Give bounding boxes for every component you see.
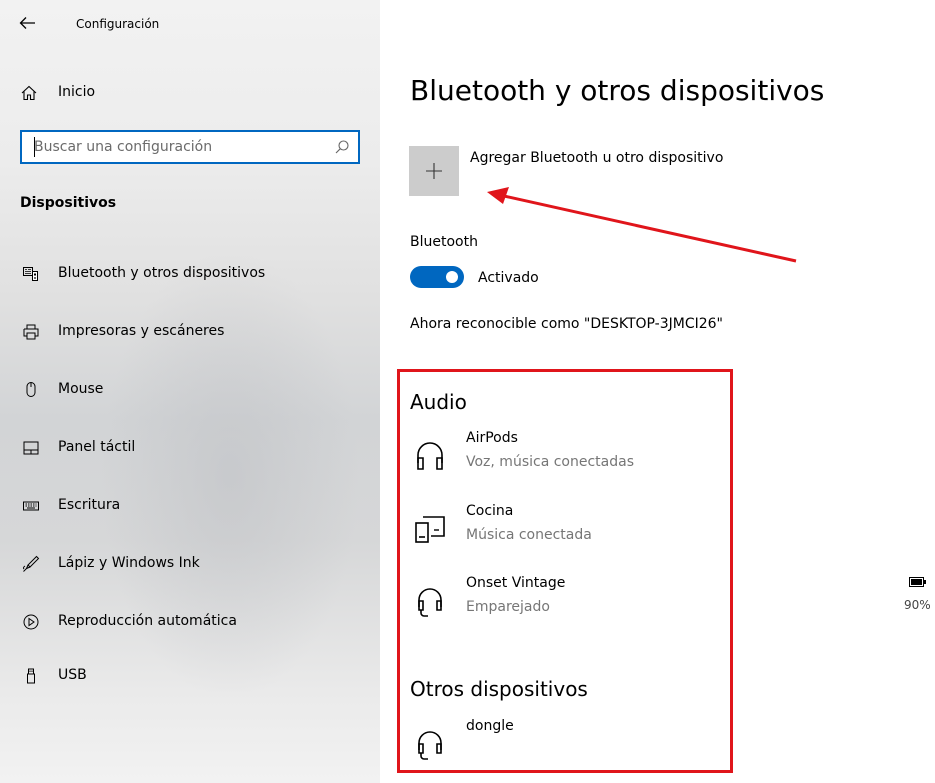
sidebar-item-printers[interactable]: Impresoras y escáneres bbox=[0, 312, 380, 352]
plus-icon bbox=[426, 163, 442, 179]
bluetooth-toggle[interactable] bbox=[410, 266, 464, 288]
annotation-arrow-line bbox=[503, 194, 797, 263]
sidebar-item-home[interactable]: Inicio bbox=[0, 74, 380, 112]
app-title: Configuración bbox=[76, 17, 160, 31]
home-icon bbox=[21, 85, 37, 101]
sidebar-item-mouse[interactable]: Mouse bbox=[0, 370, 380, 410]
sidebar: Configuración Inicio Dispositivos Blueto… bbox=[0, 0, 380, 783]
sidebar-item-autoplay[interactable]: Reproducción automática bbox=[0, 602, 380, 642]
add-device-button[interactable] bbox=[409, 146, 459, 196]
battery-level: 90% bbox=[904, 598, 931, 612]
search-input[interactable] bbox=[34, 137, 324, 157]
back-button[interactable] bbox=[14, 9, 42, 37]
annotation-highlight-box bbox=[397, 369, 733, 773]
sidebar-section-title: Dispositivos bbox=[20, 195, 117, 211]
sidebar-item-label: USB bbox=[58, 667, 87, 683]
back-arrow-icon bbox=[19, 17, 35, 29]
text-caret bbox=[34, 137, 35, 157]
sidebar-item-bluetooth[interactable]: Bluetooth y otros dispositivos bbox=[0, 254, 380, 294]
bluetooth-devices-icon bbox=[23, 267, 38, 281]
usb-icon bbox=[27, 668, 35, 684]
sidebar-item-label: Lápiz y Windows Ink bbox=[58, 555, 200, 571]
add-device-label[interactable]: Agregar Bluetooth u otro dispositivo bbox=[470, 150, 723, 166]
toggle-knob bbox=[446, 271, 458, 283]
discoverable-text: Ahora reconocible como "DESKTOP-3JMCI26" bbox=[410, 316, 723, 332]
sidebar-item-label: Bluetooth y otros dispositivos bbox=[58, 265, 266, 281]
printer-icon bbox=[23, 324, 39, 340]
bluetooth-label: Bluetooth bbox=[410, 234, 478, 250]
battery-icon bbox=[909, 577, 926, 587]
sidebar-item-typing[interactable]: Escritura bbox=[0, 486, 380, 526]
touchpad-icon bbox=[23, 441, 39, 455]
sidebar-item-pen[interactable]: Lápiz y Windows Ink bbox=[0, 544, 380, 584]
mouse-icon bbox=[26, 382, 36, 397]
annotation-arrow-head bbox=[487, 187, 509, 204]
keyboard-icon bbox=[23, 501, 39, 511]
sidebar-item-usb[interactable]: USB bbox=[0, 656, 380, 696]
sidebar-item-label: Reproducción automática bbox=[58, 613, 237, 629]
sidebar-item-label: Mouse bbox=[58, 381, 104, 397]
autoplay-icon bbox=[23, 614, 39, 630]
title-bar: Configuración bbox=[0, 0, 380, 50]
sidebar-item-label: Escritura bbox=[58, 497, 121, 513]
page-title: Bluetooth y otros dispositivos bbox=[410, 74, 825, 107]
pen-icon bbox=[22, 555, 40, 572]
sidebar-item-label: Impresoras y escáneres bbox=[58, 323, 225, 339]
sidebar-item-label: Panel táctil bbox=[58, 439, 136, 455]
sidebar-item-label: Inicio bbox=[58, 84, 96, 100]
sidebar-item-touchpad[interactable]: Panel táctil bbox=[0, 428, 380, 468]
bluetooth-state: Activado bbox=[478, 270, 539, 286]
search-box[interactable] bbox=[20, 130, 360, 164]
battery-indicator: 90% bbox=[900, 574, 935, 614]
search-icon[interactable] bbox=[334, 139, 350, 155]
